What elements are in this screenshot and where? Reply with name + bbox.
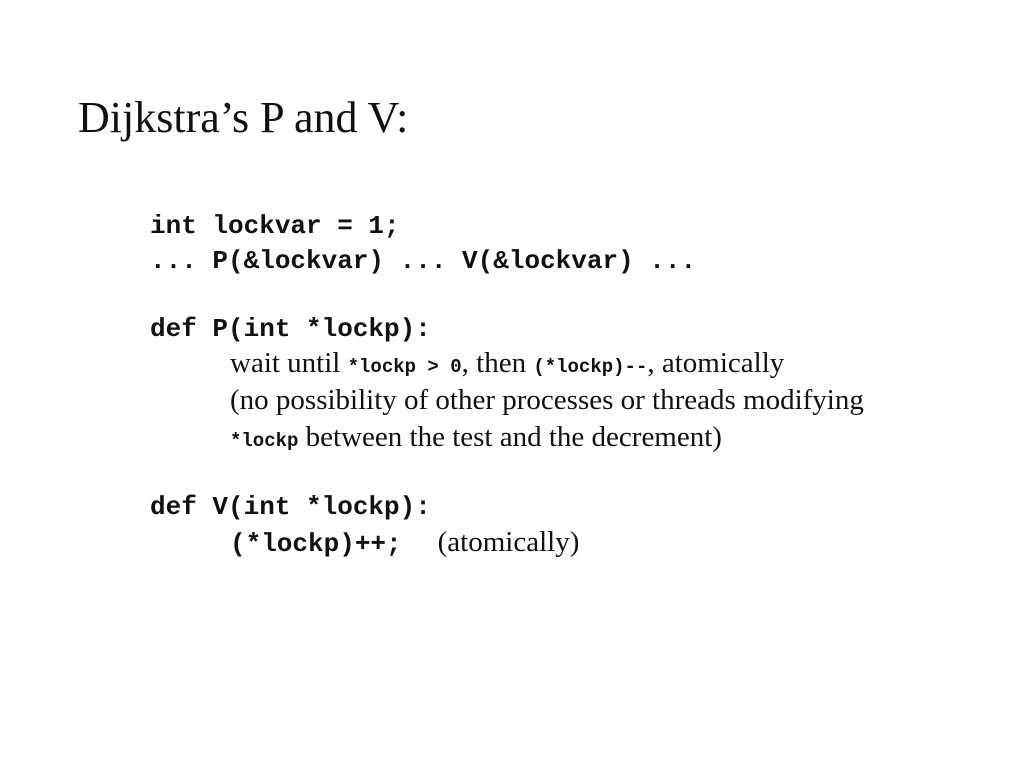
p-desc-text-b: , then: [461, 347, 534, 379]
p-description-line-1: wait until *lockp > 0, then (*lockp)--, …: [230, 345, 784, 385]
p-desc-code-condition: *lockp > 0: [347, 356, 462, 378]
p-definition: def P(int *lockp):: [150, 314, 431, 344]
code-lockvar-declaration: int lockvar = 1;: [150, 211, 400, 241]
p-desc-text-c: , atomically: [647, 347, 785, 379]
v-body-code: (*lockp)++;: [230, 529, 402, 559]
p-desc-code-decrement: (*lockp)--: [533, 356, 648, 378]
slide-title: Dijkstra’s P and V:: [78, 93, 409, 142]
slide: Dijkstra’s P and V: int lockvar = 1; ...…: [0, 0, 1024, 768]
p-description-line-2: (no possibility of other processes or th…: [230, 384, 864, 416]
v-body-note: (atomically): [437, 526, 580, 558]
p-desc-code-lockp: *lockp: [230, 430, 299, 452]
p-description-line-3: *lockp between the test and the decremen…: [230, 419, 722, 459]
code-usage-line: ... P(&lockvar) ... V(&lockvar) ...: [150, 246, 697, 276]
p-desc-text-a: wait until: [230, 347, 348, 379]
p-desc-text-tail: between the test and the decrement): [298, 421, 722, 453]
v-definition: def V(int *lockp):: [150, 492, 431, 522]
v-body-line: (*lockp)++; (atomically): [230, 524, 579, 562]
